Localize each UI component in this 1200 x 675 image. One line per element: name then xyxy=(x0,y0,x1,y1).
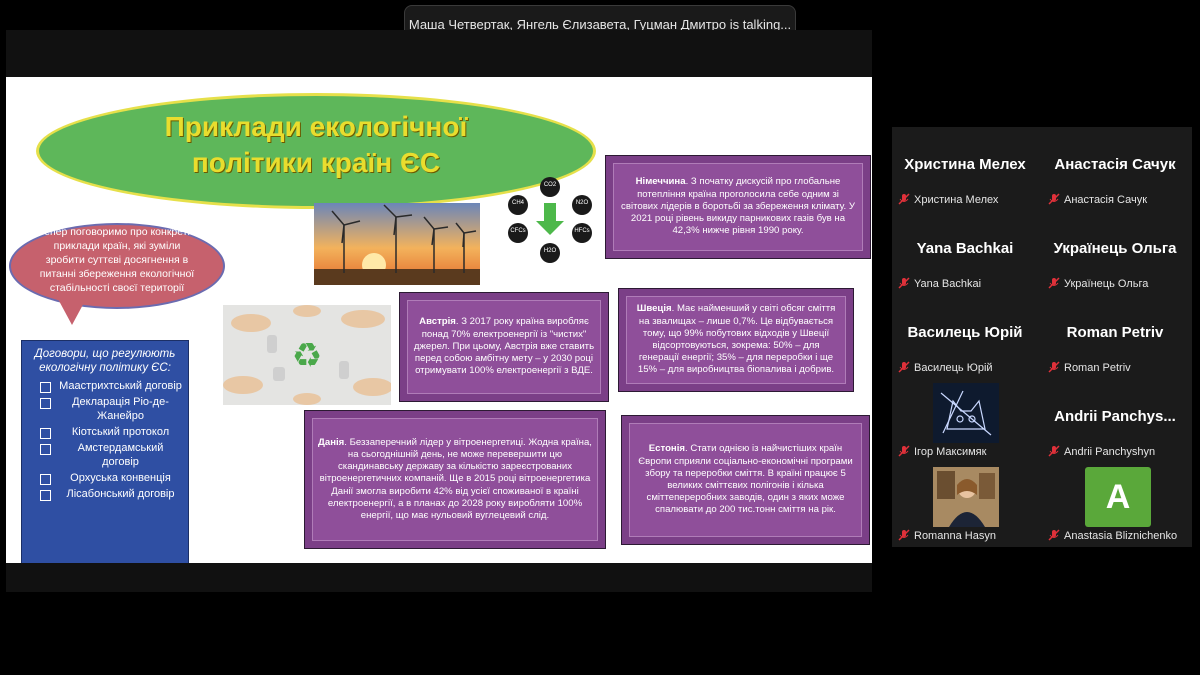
treaty-title: Договори, що регулюють екологічну політи… xyxy=(34,348,176,374)
treaty-list: Маастрихтський договір Декларація Ріо-де… xyxy=(28,379,182,501)
participant-video-cat xyxy=(933,383,999,443)
treaty-item: Кіотський протокол xyxy=(28,425,182,439)
panel-austria-country: Австрія xyxy=(419,316,456,328)
participant-video-person xyxy=(933,467,999,527)
treaty-box: Договори, що регулюють екологічну політи… xyxy=(21,340,189,563)
participant-name: Ігор Максимяк xyxy=(914,446,987,458)
panel-germany: Німеччина. З початку дискусій про глобал… xyxy=(605,155,871,259)
mic-muted-icon xyxy=(1048,445,1060,457)
participant-tile[interactable]: A Anastasia Bliznichenko xyxy=(1042,465,1188,547)
gas-label-n2o: N2O xyxy=(575,200,589,206)
gas-label-cfcs: CFCs xyxy=(510,228,526,234)
treaty-item: Лісабонський договір xyxy=(28,487,182,501)
participant-name: Romanna Hasyn xyxy=(914,530,996,542)
participant-name: Христина Мелех xyxy=(914,194,999,206)
mic-muted-icon xyxy=(1048,193,1060,205)
treaty-item: Декларація Ріо-де-Жанейро xyxy=(28,395,182,423)
participant-name: Andrii Panchyshyn xyxy=(1064,446,1156,458)
slide-title-line2: політики країн ЄС xyxy=(191,147,441,178)
gas-label-h2o: H2O xyxy=(543,248,557,254)
panel-denmark-text: . Беззаперечний лідер у вітроенергетиці.… xyxy=(319,436,592,521)
speech-bubble-text: Тепер поговоримо про конкретні приклади … xyxy=(38,226,196,294)
participant-display-name: Roman Petriv xyxy=(1066,324,1164,341)
gas-label-ch4: CH4 xyxy=(511,200,524,206)
checkbox-icon xyxy=(40,474,51,485)
checkbox-icon xyxy=(40,490,51,501)
checkbox-icon xyxy=(40,428,51,439)
mic-muted-icon xyxy=(898,445,910,457)
panel-estonia: Естонія. Стати однією із найчистіших кра… xyxy=(621,415,870,545)
speech-bubble-tail xyxy=(58,299,86,325)
svg-text:♻: ♻ xyxy=(292,337,322,375)
participant-tile[interactable]: Romanna Hasyn xyxy=(892,465,1038,547)
panel-austria: Австрія. З 2017 року країна виробляє пон… xyxy=(399,292,609,402)
participant-tile[interactable]: Українець Ольга Українець Ольга xyxy=(1042,213,1188,295)
mic-muted-icon xyxy=(898,277,910,289)
participant-display-name: Христина Мелех xyxy=(904,156,1026,173)
participant-display-name: Анастасія Сачук xyxy=(1054,156,1176,173)
shared-slide: Приклади екологічної політики країн ЄС Т… xyxy=(6,77,872,563)
participant-tile[interactable]: Ігор Максимяк xyxy=(892,381,1038,463)
mic-muted-icon xyxy=(1048,277,1060,289)
wind-turbines-image xyxy=(314,203,480,285)
participant-name: Yana Bachkai xyxy=(914,278,982,290)
participant-avatar: A xyxy=(1085,467,1151,527)
panel-sweden: Швеція. Має найменший у світі обсяг сміт… xyxy=(618,288,854,392)
mic-muted-icon xyxy=(1048,529,1060,541)
participant-tile[interactable]: Andrii Panchys... Andrii Panchyshyn xyxy=(1042,381,1188,463)
panel-denmark-country: Данія xyxy=(318,436,345,448)
participant-display-name: Yana Bachkai xyxy=(916,240,1014,257)
participant-name: Анастасія Сачук xyxy=(1064,194,1148,206)
treaty-item: Амстердамський договір xyxy=(28,441,182,469)
checkbox-icon xyxy=(40,444,51,455)
recycling-image: ♻ xyxy=(223,305,391,405)
panel-denmark: Данія. Беззаперечний лідер у вітроенерге… xyxy=(304,410,606,549)
participant-display-name: Василець Юрій xyxy=(907,324,1023,341)
participant-display-name: Andrii Panchys... xyxy=(1054,408,1176,425)
participants-gallery: Христина Мелех Христина Мелех Анастасія … xyxy=(892,127,1192,547)
mic-muted-icon xyxy=(898,361,910,373)
gas-label-hfcs: HFCs xyxy=(574,228,590,234)
mic-muted-icon xyxy=(1048,361,1060,373)
participant-name: Українець Ольга xyxy=(1064,278,1149,290)
participant-tile[interactable]: Roman Petriv Roman Petriv xyxy=(1042,297,1188,379)
checkbox-icon xyxy=(40,398,51,409)
checkbox-icon xyxy=(40,382,51,393)
participant-tile[interactable]: Анастасія Сачук Анастасія Сачук xyxy=(1042,129,1188,211)
slide-title: Приклади екологічної політики країн ЄС xyxy=(106,109,526,181)
participant-name: Anastasia Bliznichenko xyxy=(1064,530,1178,542)
slide-title-line1: Приклади екологічної xyxy=(164,111,468,142)
treaty-item: Маастрихтський договір xyxy=(28,379,182,393)
participant-tile[interactable]: Yana Bachkai Yana Bachkai xyxy=(892,213,1038,295)
treaty-item: Орхуська конвенція xyxy=(28,471,182,485)
participant-tile[interactable]: Христина Мелех Христина Мелех xyxy=(892,129,1038,211)
panel-germany-country: Німеччина xyxy=(635,176,686,188)
mic-muted-icon xyxy=(898,529,910,541)
panel-estonia-country: Естонія xyxy=(648,443,685,455)
participant-display-name: Українець Ольга xyxy=(1053,240,1177,257)
gas-label-co2: CO2 xyxy=(543,182,557,188)
participant-name: Roman Petriv xyxy=(1064,362,1131,374)
panel-sweden-country: Швеція xyxy=(636,303,672,315)
greenhouse-gases-diagram: CO2 CH4 N2O CFCs HFCs H2O xyxy=(504,177,596,265)
participant-tile[interactable]: Василець Юрій Василець Юрій xyxy=(892,297,1038,379)
mic-muted-icon xyxy=(898,193,910,205)
participant-name: Василець Юрій xyxy=(914,362,993,374)
